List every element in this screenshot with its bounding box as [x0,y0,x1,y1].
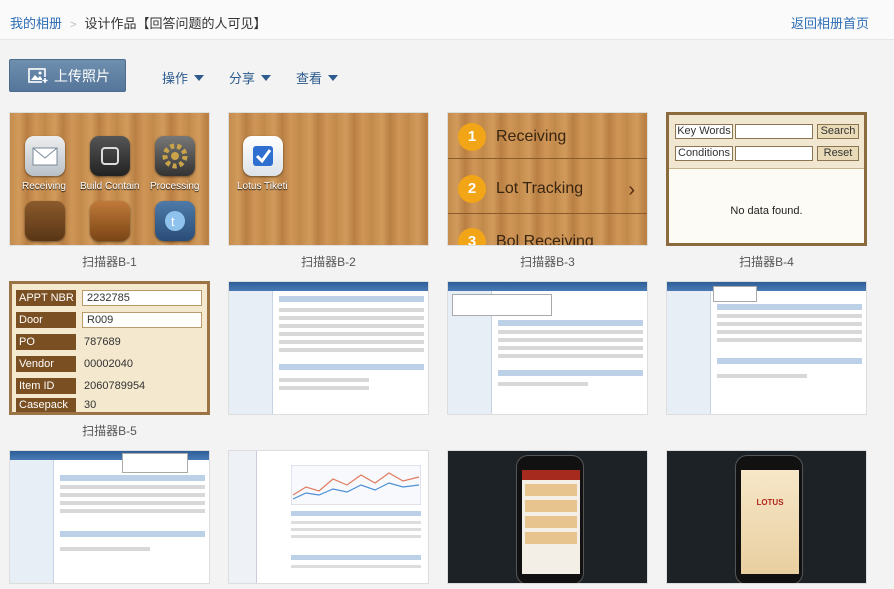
form-label: Vendor [16,356,76,372]
photo-tile[interactable]: APPT NBR 2232785 Door R009 PO 787689 Ven… [9,281,210,438]
form-value: 2232785 [82,290,202,306]
menu-item-label: Lot Tracking [496,180,584,197]
chevron-down-icon [194,74,205,81]
twitter-icon: t [155,201,195,241]
contacts-icon [25,201,65,241]
chevron-right-icon: › [628,179,635,201]
conditions-input [735,146,813,161]
upload-photo-button[interactable]: 上传照片 [9,59,126,92]
package-icon [90,201,130,241]
photo-thumbnail[interactable] [228,281,429,415]
photo-caption: 扫描器B-3 [520,255,575,269]
share-menu[interactable]: 分享 [229,68,272,87]
album-toolbar: 上传照片 操作 分享 查看 [0,40,894,110]
breadcrumb: 我的相册 > 设计作品【回答问题的人可见】 [10,13,266,32]
chevron-down-icon [261,74,272,81]
image-upload-icon [28,67,48,84]
app-label: Processing [150,181,200,192]
album-title: 设计作品【回答问题的人可见】 [84,16,267,31]
chevron-down-icon [328,74,339,81]
photo-caption: 扫描器B-2 [301,255,356,269]
photo-thumbnail[interactable] [447,281,648,415]
svg-text:t: t [171,214,175,229]
photo-caption [228,422,429,438]
step-number-badge: 2 [458,175,486,203]
form-label: PO [16,334,76,350]
field-label: Key Words [675,124,733,139]
photo-tile[interactable] [9,450,210,584]
envelope-icon [25,136,65,176]
photo-tile[interactable] [228,281,429,438]
app-label: Build Contain [80,181,140,192]
photo-thumbnail[interactable]: Key Words Search Conditions Reset No dat… [666,112,867,246]
photo-thumbnail[interactable] [447,450,648,584]
photo-tile[interactable]: Key Words Search Conditions Reset No dat… [666,112,867,269]
photo-thumbnail[interactable]: 1 Receiving 2 Lot Tracking › 3 Bol Recei… [447,112,648,246]
photo-thumbnail[interactable]: Lotus Tiketi [228,112,429,246]
photo-caption [666,422,867,438]
app-label: Lotus Tiketi [237,181,288,192]
view-menu[interactable]: 查看 [296,68,339,87]
form-value: 787689 [84,336,121,348]
keywords-input [735,124,813,139]
upload-photo-label: 上传照片 [54,67,110,84]
form-label: Door [16,312,76,328]
form-value: 30 [84,399,97,411]
phone-mockup [516,455,584,583]
form-value: 00002040 [84,358,133,370]
breadcrumb-separator: > [70,19,77,31]
photo-caption: 扫描器B-4 [739,255,794,269]
photo-thumbnail[interactable]: Receiving Build Contain Processing t [9,112,210,246]
step-number-badge: 3 [458,228,486,245]
photo-thumbnail[interactable] [666,281,867,415]
photo-thumbnail[interactable] [9,450,210,584]
menu-item-label: Receiving [496,128,567,145]
photo-tile[interactable] [447,281,648,438]
back-to-albums-link[interactable]: 返回相册首页 [791,13,869,32]
breadcrumb-home-link[interactable]: 我的相册 [10,16,62,31]
form-value: R009 [82,312,202,328]
menu-item-label: Bol Receiving [496,233,594,246]
field-label: Conditions [675,146,733,161]
photo-thumbnail[interactable] [228,450,429,584]
photo-thumbnail[interactable]: LOTUS [666,450,867,584]
photo-tile[interactable] [228,450,429,584]
photo-tile[interactable]: LOTUS [666,450,867,584]
phone-mockup: LOTUS [735,455,803,583]
photo-tile[interactable]: Receiving Build Contain Processing t 扫描器… [9,112,210,269]
app-label: Receiving [22,181,66,192]
gear-icon [155,136,195,176]
container-icon [90,136,130,176]
photo-caption: 扫描器B-1 [82,255,137,269]
breadcrumb-bar: 我的相册 > 设计作品【回答问题的人可见】 返回相册首页 [0,0,894,40]
photo-caption [447,422,648,438]
photo-tile[interactable] [447,450,648,584]
photo-thumbnail[interactable]: APPT NBR 2232785 Door R009 PO 787689 Ven… [9,281,210,415]
actions-menu-label: 操作 [162,71,189,86]
form-label: Item ID [16,378,76,394]
share-menu-label: 分享 [229,71,256,86]
form-value: 2060789954 [84,380,146,392]
photo-tile[interactable] [666,281,867,438]
no-data-message: No data found. [730,205,803,217]
form-label: APPT NBR [16,290,76,306]
photo-tile[interactable]: Lotus Tiketi 扫描器B-2 [228,112,429,269]
reset-button: Reset [817,146,859,161]
lotus-logo: LOTUS [756,498,784,507]
photo-tile[interactable]: 1 Receiving 2 Lot Tracking › 3 Bol Recei… [447,112,648,269]
line-chart-thumbnail [291,465,421,505]
search-button: Search [817,124,859,139]
view-menu-label: 查看 [296,71,323,86]
photo-caption: 扫描器B-5 [82,424,137,438]
actions-menu[interactable]: 操作 [162,68,205,87]
step-number-badge: 1 [458,123,486,151]
form-label: Casepack [16,398,76,412]
checkmark-icon [243,136,283,176]
